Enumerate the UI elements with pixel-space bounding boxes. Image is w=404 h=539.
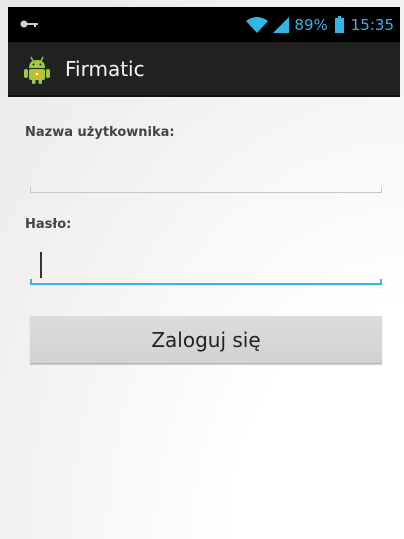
- key-icon: [20, 20, 38, 28]
- battery-percentage: 89%: [294, 15, 328, 34]
- status-indicators: 89% 15:35: [246, 7, 394, 42]
- android-app-icon[interactable]: [22, 55, 52, 85]
- login-button[interactable]: Zaloguj się: [30, 316, 382, 364]
- status-bar: 89% 15:35: [8, 7, 400, 42]
- wifi-icon: [246, 16, 269, 33]
- signal-icon: [273, 16, 290, 33]
- login-screen: 89% 15:35 Firmatic Nazwa użytkownika: Ha: [0, 0, 404, 539]
- username-input[interactable]: [30, 157, 382, 193]
- action-bar: Firmatic: [8, 42, 400, 97]
- username-label: Nazwa użytkownika:: [25, 125, 175, 140]
- text-cursor: [40, 252, 42, 278]
- password-input[interactable]: [30, 249, 382, 285]
- app-title: Firmatic: [65, 57, 145, 81]
- password-label: Hasło:: [25, 217, 72, 232]
- battery-icon: [334, 16, 344, 33]
- clock: 15:35: [350, 15, 394, 34]
